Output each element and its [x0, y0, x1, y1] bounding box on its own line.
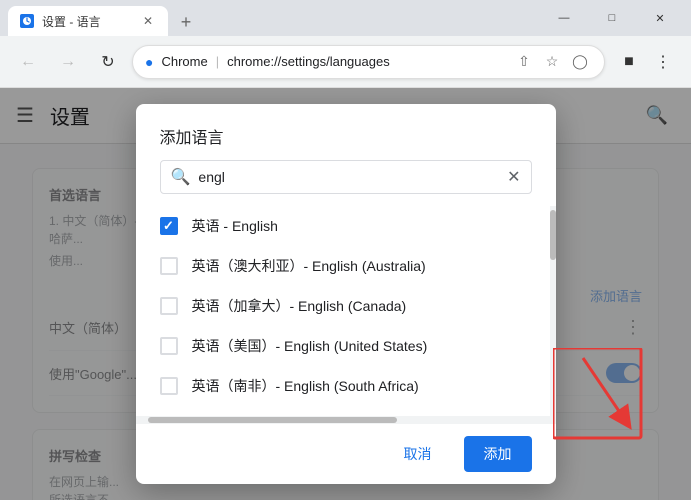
- lang-option-5[interactable]: 英语（新西兰）- English (New Zealand): [136, 406, 556, 416]
- lang-checkbox-1[interactable]: [160, 257, 178, 275]
- search-magnifier-icon: 🔍: [171, 167, 191, 187]
- search-clear-button[interactable]: ✕: [507, 167, 520, 187]
- new-tab-button[interactable]: +: [172, 8, 200, 36]
- lang-option-0[interactable]: 英语 - English: [136, 206, 556, 246]
- close-button[interactable]: ✕: [637, 2, 683, 34]
- title-bar: 设置 - 语言 ✕ + — □ ✕: [0, 0, 691, 36]
- lang-checkbox-2[interactable]: [160, 297, 178, 315]
- page-content: ☰ 设置 🔍 首选语言 1. 中文（简体）- 此语言用于显示 Chrome 界面…: [0, 88, 691, 500]
- dialog-actions: 取消 添加: [136, 424, 556, 484]
- window-controls: — □ ✕: [541, 2, 683, 34]
- lang-option-4[interactable]: 英语（南非）- English (South Africa): [136, 366, 556, 406]
- dialog-search-area: 🔍 ✕: [136, 160, 556, 206]
- lang-item-name-3: 英语（美国）- English (United States): [192, 336, 428, 356]
- secure-icon: ●: [145, 54, 153, 70]
- tab-favicon: [20, 14, 34, 28]
- horizontal-scrollbar[interactable]: [136, 416, 556, 424]
- share-icon[interactable]: ⇧: [512, 50, 536, 74]
- lang-option-1[interactable]: 英语（澳大利亚）- English (Australia): [136, 246, 556, 286]
- lang-option-2[interactable]: 英语（加拿大）- English (Canada): [136, 286, 556, 326]
- tab-title: 设置 - 语言: [42, 13, 132, 30]
- tab-close-button[interactable]: ✕: [140, 13, 156, 29]
- add-button[interactable]: 添加: [464, 436, 532, 472]
- tab-bar: 设置 - 语言 ✕ +: [8, 0, 537, 36]
- menu-button[interactable]: ⋮: [647, 46, 679, 78]
- browser-frame: 设置 - 语言 ✕ + — □ ✕ ← → ↻ ● Chrome |: [0, 0, 691, 500]
- lang-item-name-0: 英语 - English: [192, 216, 278, 236]
- bookmark-icon[interactable]: ☆: [540, 50, 564, 74]
- url-actions: ⇧ ☆ ◯: [512, 50, 592, 74]
- address-bar: ← → ↻ ● Chrome | chrome://settings/langu…: [0, 36, 691, 88]
- url-bar[interactable]: ● Chrome | chrome://settings/languages ⇧…: [132, 45, 605, 79]
- lang-item-name-2: 英语（加拿大）- English (Canada): [192, 296, 407, 316]
- profile-icon[interactable]: ◯: [568, 50, 592, 74]
- lang-option-3[interactable]: 英语（美国）- English (United States): [136, 326, 556, 366]
- red-arrow-indicator: [553, 348, 643, 448]
- forward-button[interactable]: →: [52, 46, 84, 78]
- search-wrapper: 🔍 ✕: [160, 160, 532, 194]
- language-search-input[interactable]: [198, 169, 499, 185]
- extensions-button[interactable]: ■: [613, 46, 645, 78]
- toolbar-actions: ■ ⋮: [613, 46, 679, 78]
- url-brand: Chrome: [161, 54, 207, 69]
- dialog-title: 添加语言: [136, 104, 556, 160]
- dialog-overlay: 添加语言 🔍 ✕ 英语 - English: [0, 88, 691, 500]
- lang-checkbox-0[interactable]: [160, 217, 178, 235]
- minimize-button[interactable]: —: [541, 2, 587, 34]
- active-tab[interactable]: 设置 - 语言 ✕: [8, 6, 168, 36]
- back-button[interactable]: ←: [12, 46, 44, 78]
- language-list: 英语 - English 英语（澳大利亚）- English (Australi…: [136, 206, 556, 416]
- maximize-button[interactable]: □: [589, 2, 635, 34]
- url-path: chrome://settings/languages: [227, 54, 390, 69]
- lang-checkbox-4[interactable]: [160, 377, 178, 395]
- add-language-dialog: 添加语言 🔍 ✕ 英语 - English: [136, 104, 556, 484]
- url-divider: |: [216, 54, 219, 69]
- lang-checkbox-3[interactable]: [160, 337, 178, 355]
- h-scroll-thumb: [148, 417, 398, 423]
- lang-item-name-1: 英语（澳大利亚）- English (Australia): [192, 256, 426, 276]
- cancel-button[interactable]: 取消: [384, 436, 452, 472]
- lang-item-name-4: 英语（南非）- English (South Africa): [192, 376, 419, 396]
- reload-button[interactable]: ↻: [92, 46, 124, 78]
